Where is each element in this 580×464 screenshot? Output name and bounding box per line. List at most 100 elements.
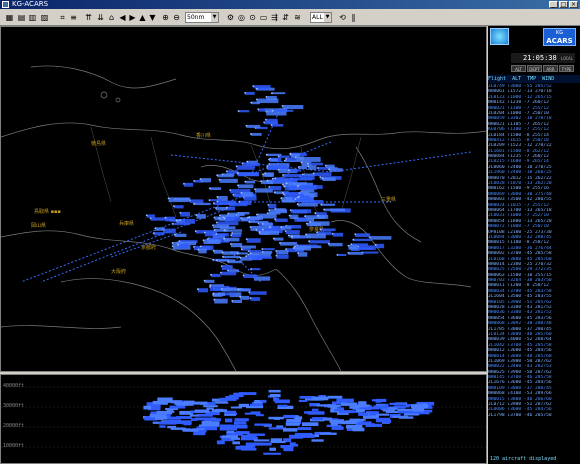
aircraft-marker[interactable] bbox=[248, 216, 251, 219]
aircraft-label[interactable] bbox=[309, 240, 330, 244]
aircraft-label[interactable] bbox=[213, 292, 225, 297]
aircraft-marker[interactable] bbox=[212, 292, 215, 295]
aircraft-label[interactable] bbox=[238, 172, 260, 177]
aircraft-marker[interactable] bbox=[252, 85, 255, 87]
aircraft-marker[interactable] bbox=[294, 198, 297, 201]
aircraft-label[interactable] bbox=[285, 230, 300, 235]
aircraft-label[interactable] bbox=[203, 239, 221, 244]
aircraft-marker[interactable] bbox=[237, 252, 239, 255]
aircraft-label[interactable] bbox=[213, 202, 236, 205]
aircraft-marker[interactable] bbox=[239, 256, 242, 259]
altitude-icon[interactable]: ⇵ bbox=[280, 12, 291, 23]
aircraft-marker[interactable] bbox=[280, 226, 283, 229]
aircraft-marker[interactable] bbox=[261, 228, 264, 231]
aircraft-marker[interactable] bbox=[254, 188, 256, 191]
aircraft-label[interactable] bbox=[146, 214, 155, 218]
aircraft-marker[interactable] bbox=[288, 214, 291, 217]
aircraft-label[interactable] bbox=[275, 218, 288, 223]
aircraft-marker[interactable] bbox=[324, 164, 327, 167]
aircraft-marker[interactable] bbox=[261, 248, 264, 251]
aircraft-marker[interactable] bbox=[216, 174, 219, 177]
aircraft-label[interactable] bbox=[283, 174, 302, 178]
aircraft-marker[interactable] bbox=[244, 92, 247, 94]
aircraft-marker[interactable] bbox=[319, 176, 322, 179]
aircraft-marker[interactable] bbox=[255, 228, 258, 231]
range-select[interactable]: 50nm ▼ bbox=[185, 12, 219, 23]
aircraft-label[interactable] bbox=[249, 220, 269, 223]
aircraft-label[interactable] bbox=[275, 177, 286, 182]
layers-icon[interactable]: ◎ bbox=[236, 12, 247, 23]
flight-list[interactable]: JL0749 ↑3000 -55 285/52 NH0061 ↓1572 -13 … bbox=[488, 84, 580, 418]
aircraft-marker[interactable] bbox=[203, 231, 206, 234]
aircraft-label[interactable] bbox=[315, 212, 327, 215]
aircraft-marker[interactable] bbox=[240, 248, 243, 251]
aircraft-label[interactable] bbox=[250, 297, 261, 301]
aircraft-marker[interactable] bbox=[195, 214, 198, 217]
aircraft-label[interactable] bbox=[337, 253, 347, 256]
map-view[interactable]: 鳥取県 ▪▪▪ 岡山県 兵庫県 京都府 大阪府 三重県 奈良県 徳島県 香川県 bbox=[0, 26, 487, 372]
aircraft-marker[interactable] bbox=[193, 202, 195, 205]
aircraft-label[interactable] bbox=[232, 299, 242, 303]
aircraft-label[interactable] bbox=[322, 177, 336, 181]
aircraft-label[interactable] bbox=[251, 268, 261, 271]
aircraft-marker[interactable] bbox=[347, 252, 350, 254]
aircraft-marker[interactable] bbox=[291, 235, 293, 238]
aircraft-label[interactable] bbox=[228, 260, 243, 264]
aircraft-label[interactable] bbox=[246, 124, 261, 128]
aircraft-label[interactable] bbox=[213, 249, 223, 254]
aircraft-label[interactable] bbox=[231, 234, 242, 238]
aircraft-marker[interactable] bbox=[216, 196, 219, 198]
aircraft-marker[interactable] bbox=[245, 125, 248, 127]
aircraft-marker[interactable] bbox=[304, 215, 306, 218]
aircraft-marker[interactable] bbox=[215, 221, 218, 224]
aircraft-label[interactable] bbox=[328, 242, 343, 247]
aircraft-label[interactable] bbox=[266, 96, 277, 101]
aircraft-marker[interactable] bbox=[225, 170, 228, 173]
aircraft-marker[interactable] bbox=[250, 133, 252, 135]
aircraft-marker[interactable] bbox=[220, 265, 223, 267]
aircraft-marker[interactable] bbox=[241, 162, 244, 165]
altitude-profile-view[interactable]: 40000ft 30000ft 20000ft 10000ft bbox=[0, 374, 487, 464]
aircraft-marker[interactable] bbox=[194, 230, 197, 233]
aircraft-label[interactable] bbox=[268, 203, 277, 209]
aircraft-marker[interactable] bbox=[244, 180, 247, 183]
aircraft-marker[interactable] bbox=[316, 231, 318, 234]
aircraft-label[interactable] bbox=[224, 237, 240, 242]
aircraft-label[interactable] bbox=[281, 226, 292, 230]
aircraft-label[interactable] bbox=[245, 180, 256, 184]
aircraft-marker[interactable] bbox=[273, 191, 276, 194]
aircraft-marker[interactable] bbox=[221, 251, 224, 254]
aircraft-marker[interactable] bbox=[308, 240, 310, 243]
aircraft-label[interactable] bbox=[178, 243, 189, 249]
pause-icon[interactable]: ‖ bbox=[348, 12, 359, 23]
zoom-in-icon[interactable]: ⊕ bbox=[160, 12, 171, 23]
aircraft-marker[interactable] bbox=[154, 227, 157, 230]
aircraft-label[interactable] bbox=[246, 255, 263, 259]
aircraft-label[interactable] bbox=[348, 251, 364, 255]
filter-up-icon[interactable]: ⇈ bbox=[83, 12, 94, 23]
mode-alt-button[interactable]: ALT bbox=[511, 65, 526, 72]
aircraft-marker[interactable] bbox=[275, 254, 278, 257]
aircraft-label[interactable] bbox=[210, 284, 224, 287]
aircraft-label[interactable] bbox=[245, 91, 255, 95]
aircraft-marker[interactable] bbox=[237, 110, 240, 112]
aircraft-label[interactable] bbox=[238, 110, 250, 113]
mode-type-button[interactable]: TYPE bbox=[559, 65, 574, 72]
close-button[interactable]: × bbox=[569, 1, 578, 8]
aircraft-marker[interactable] bbox=[268, 186, 271, 188]
aircraft-marker[interactable] bbox=[171, 245, 174, 248]
aircraft-label[interactable] bbox=[307, 162, 324, 166]
aircraft-label[interactable] bbox=[226, 170, 239, 174]
aircraft-label[interactable] bbox=[348, 244, 358, 250]
aircraft-marker[interactable] bbox=[231, 300, 234, 302]
aircraft-label[interactable] bbox=[253, 85, 271, 89]
aircraft-marker[interactable] bbox=[323, 208, 325, 211]
map-icon[interactable]: ▨ bbox=[39, 12, 50, 23]
aircraft-marker[interactable] bbox=[240, 192, 243, 194]
aircraft-label[interactable] bbox=[324, 208, 345, 212]
aircraft-label[interactable] bbox=[298, 252, 308, 257]
aircraft-marker[interactable] bbox=[212, 202, 215, 205]
aircraft-marker[interactable] bbox=[312, 172, 315, 175]
aircraft-marker[interactable] bbox=[209, 284, 212, 287]
aircraft-marker[interactable] bbox=[285, 158, 287, 160]
